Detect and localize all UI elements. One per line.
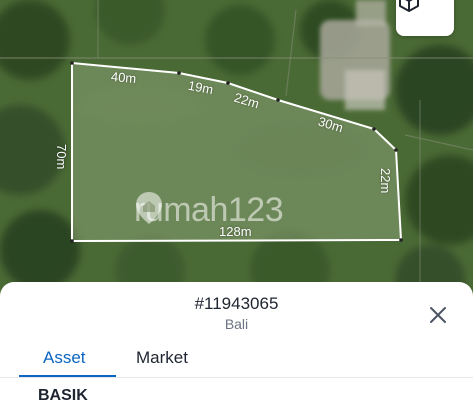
dimension-label-right: 22m [378, 168, 393, 194]
location-pin-icon [136, 192, 162, 224]
dimension-label-left: 70m [54, 144, 69, 170]
satellite-map[interactable]: 40m 19m 22m 30m 70m 22m 128m rumah123 [0, 0, 473, 300]
listing-location: Bali [224, 316, 249, 332]
cube-icon [399, 0, 419, 12]
close-button[interactable] [426, 303, 450, 327]
listing-detail-sheet: #11943065 Bali Asset Market BASIK [0, 282, 473, 420]
tab-market[interactable]: Market [136, 348, 188, 368]
section-title: BASIK [38, 387, 88, 404]
tab-divider [0, 377, 473, 378]
dimension-label-top-1: 40m [110, 68, 137, 87]
listing-id: #11943065 [194, 294, 279, 313]
satellite-imagery [0, 0, 473, 300]
active-tab-indicator [19, 375, 116, 377]
close-icon [430, 307, 446, 323]
rumah123-watermark: rumah123 [134, 191, 284, 230]
tab-asset[interactable]: Asset [43, 348, 86, 368]
view-3d-button[interactable] [396, 0, 454, 36]
